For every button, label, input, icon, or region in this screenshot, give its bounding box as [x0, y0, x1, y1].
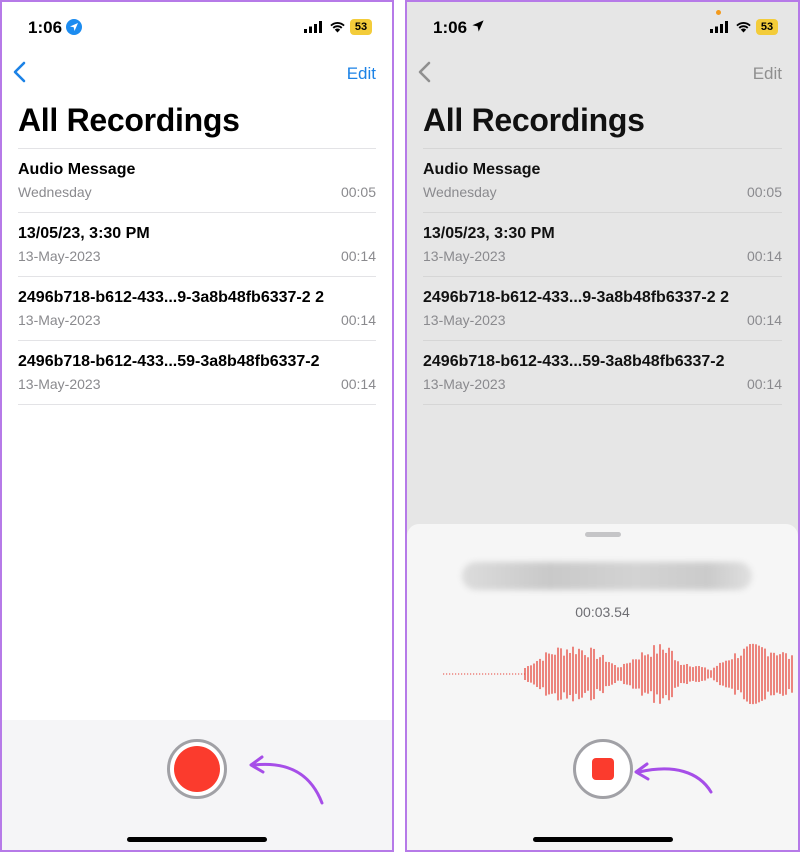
recording-duration: 00:14 — [340, 376, 376, 392]
list-item[interactable]: 13/05/23, 3:30 PM 13-May-2023 00:14 — [18, 212, 376, 276]
recording-title: Audio Message — [423, 161, 541, 178]
record-button[interactable] — [167, 739, 227, 799]
recording-date: 13-May-2023 — [423, 376, 506, 392]
recording-duration: 00:05 — [746, 184, 782, 200]
waveform-dot — [482, 673, 484, 675]
list-item[interactable]: Audio Message Wednesday 00:05 — [423, 148, 782, 212]
recording-date: Wednesday — [18, 184, 92, 200]
recording-title: 2496b718-b612-433...59-3a8b48fb6337-2 — [423, 353, 725, 370]
recording-date: 13-May-2023 — [18, 248, 101, 264]
waveform-dot — [452, 673, 454, 675]
recording-title: 2496b718-b612-433...59-3a8b48fb6337-2 — [18, 353, 320, 370]
recording-title: 2496b718-b612-433...9-3a8b48fb6337-2 2 — [18, 289, 324, 306]
waveform-dot — [518, 673, 520, 675]
waveform-dot — [485, 673, 487, 675]
status-bar: 1:06 53 — [407, 2, 798, 54]
recording-date: 13-May-2023 — [423, 312, 506, 328]
recordings-list: Audio Message Wednesday 00:05 13/05/23, … — [423, 148, 782, 405]
home-indicator — [532, 837, 673, 842]
recording-date: 13-May-2023 — [423, 248, 506, 264]
waveform-dot — [467, 673, 469, 675]
waveform-dot — [476, 673, 478, 675]
recording-title: 2496b718-b612-433...9-3a8b48fb6337-2 2 — [423, 289, 729, 306]
recording-date: Wednesday — [423, 184, 497, 200]
waveform-dot — [491, 673, 493, 675]
mic-indicator-dot — [716, 10, 721, 15]
status-bar: 1:06 53 — [2, 2, 392, 54]
recording-duration: 00:14 — [746, 312, 782, 328]
waveform-dot — [464, 673, 466, 675]
battery-icon: 53 — [756, 19, 778, 35]
arrow-annotation-icon — [634, 762, 713, 794]
signal-icon — [304, 21, 322, 33]
screen-voice-memos-idle: 1:06 53 Edit All Recordings Audio Messag… — [0, 0, 394, 852]
recording-title: 13/05/23, 3:30 PM — [18, 225, 150, 242]
stop-icon — [592, 758, 614, 780]
status-time: 1:06 — [28, 18, 63, 37]
sheet-grabber[interactable] — [584, 532, 621, 537]
recording-duration: 00:14 — [340, 312, 376, 328]
arrow-annotation-icon — [249, 755, 324, 805]
waveform-dot — [461, 673, 463, 675]
waveform-dot — [506, 673, 508, 675]
location-icon — [66, 19, 82, 35]
battery-icon: 53 — [350, 19, 372, 35]
elapsed-timer: 00:03.54 — [575, 604, 630, 620]
waveform-dot — [449, 673, 451, 675]
waveform-dot — [455, 673, 457, 675]
list-item[interactable]: 2496b718-b612-433...59-3a8b48fb6337-2 13… — [423, 340, 782, 405]
recording-duration: 00:05 — [340, 184, 376, 200]
recording-name-blurred — [462, 562, 752, 590]
wifi-icon — [330, 22, 345, 33]
list-item[interactable]: Audio Message Wednesday 00:05 — [18, 148, 376, 212]
status-time: 1:06 — [433, 18, 468, 37]
edit-button[interactable]: Edit — [753, 64, 782, 84]
recording-title: 13/05/23, 3:30 PM — [423, 225, 555, 242]
back-chevron-icon[interactable] — [417, 60, 433, 84]
recording-title: Audio Message — [18, 161, 136, 178]
list-item[interactable]: 13/05/23, 3:30 PM 13-May-2023 00:14 — [423, 212, 782, 276]
waveform-dot — [488, 673, 490, 675]
screen-voice-memos-recording: 1:06 53 Edit All Recordings Audio Messag… — [405, 0, 800, 852]
recording-sheet: 00:03.54 — [407, 524, 798, 850]
recording-duration: 00:14 — [746, 376, 782, 392]
waveform-dot — [458, 673, 460, 675]
waveform-dot — [512, 673, 514, 675]
recording-date: 13-May-2023 — [18, 376, 101, 392]
location-icon — [472, 20, 484, 32]
home-indicator — [127, 837, 267, 842]
wifi-icon — [736, 22, 751, 33]
waveform-dot — [470, 673, 472, 675]
waveform-dot — [503, 673, 505, 675]
recording-duration: 00:14 — [340, 248, 376, 264]
waveform-dot — [497, 673, 499, 675]
page-title: All Recordings — [423, 102, 645, 138]
waveform-dot — [500, 673, 502, 675]
back-chevron-icon[interactable] — [12, 60, 28, 84]
waveform — [443, 643, 793, 705]
waveform-dot — [515, 673, 517, 675]
signal-icon — [710, 21, 728, 33]
waveform-dot — [494, 673, 496, 675]
recordings-list: Audio Message Wednesday 00:05 13/05/23, … — [18, 148, 376, 405]
recording-duration: 00:14 — [746, 248, 782, 264]
list-item[interactable]: 2496b718-b612-433...9-3a8b48fb6337-2 2 1… — [423, 276, 782, 340]
list-item[interactable]: 2496b718-b612-433...9-3a8b48fb6337-2 2 1… — [18, 276, 376, 340]
waveform-dot — [521, 673, 523, 675]
stop-button[interactable] — [573, 739, 633, 799]
waveform-dot — [473, 673, 475, 675]
recording-date: 13-May-2023 — [18, 312, 101, 328]
waveform-dot — [509, 673, 511, 675]
record-icon — [174, 746, 220, 792]
waveform-dot — [443, 673, 445, 675]
edit-button[interactable]: Edit — [347, 64, 376, 84]
waveform-dot — [479, 673, 481, 675]
page-title: All Recordings — [18, 102, 240, 138]
waveform-dot — [446, 673, 448, 675]
list-item[interactable]: 2496b718-b612-433...59-3a8b48fb6337-2 13… — [18, 340, 376, 405]
